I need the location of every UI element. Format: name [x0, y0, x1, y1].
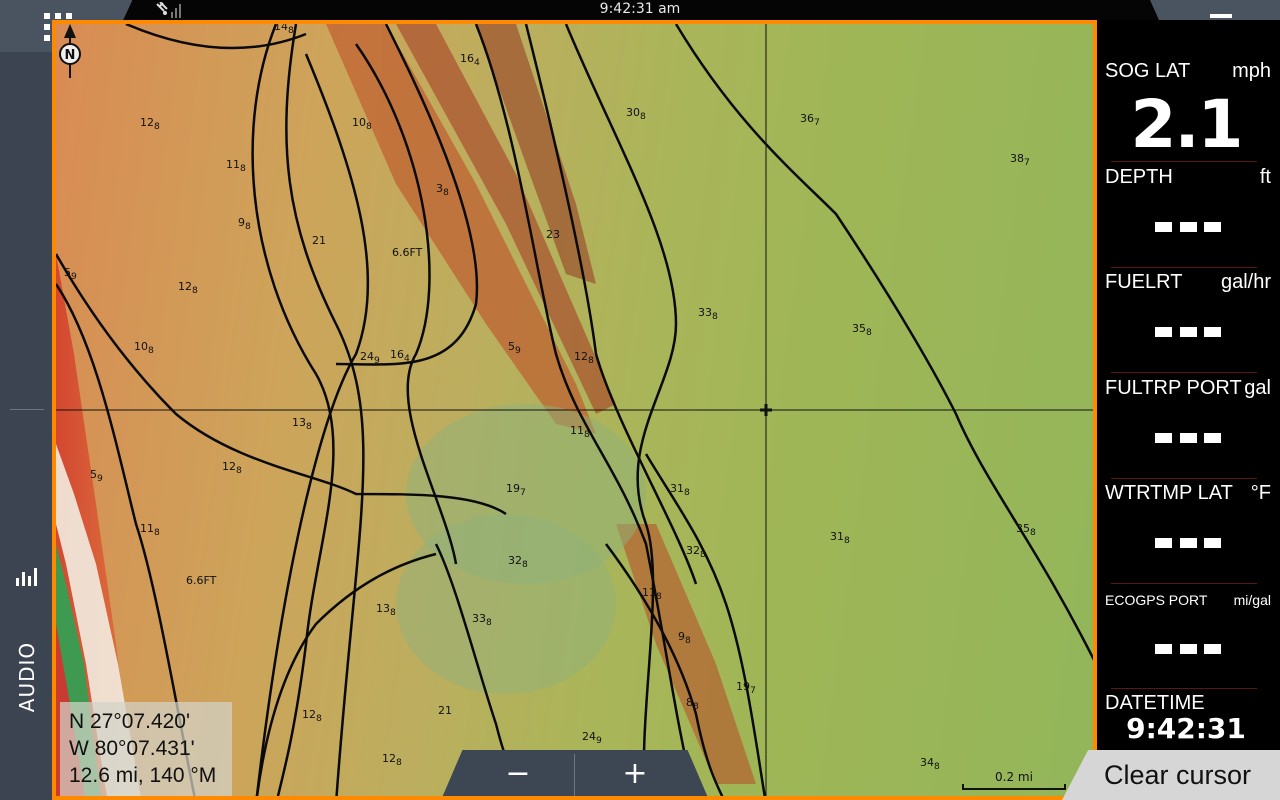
depth-sounding: 308 — [626, 106, 646, 123]
depth-sounding: 164 — [390, 348, 410, 365]
data-cell-unit: ft — [1259, 166, 1271, 188]
depth-sounding: 164 — [460, 52, 480, 69]
depth-sounding: 318 — [830, 530, 850, 547]
depth-sounding: 21 — [312, 234, 326, 247]
data-cell-divider — [1111, 372, 1257, 373]
depth-sounding: 98 — [238, 216, 251, 233]
depth-sounding: 23 — [546, 228, 560, 241]
depth-sounding: 367 — [800, 112, 820, 129]
cursor-latitude: N 27°07.420' — [69, 710, 190, 733]
depth-sounding: 338 — [698, 306, 718, 323]
depth-sounding: 59 — [90, 468, 103, 485]
data-cell-water-temp[interactable]: WTRTMP LAT °F — [1105, 482, 1271, 588]
zoom-in-button[interactable]: + — [576, 750, 694, 796]
depth-sounding: 38 — [436, 182, 449, 199]
data-cell-divider — [1111, 267, 1257, 268]
status-bar: 9:42:31 am — [0, 0, 1280, 20]
depth-sounding: 6.6FT — [186, 574, 217, 587]
data-cell-label: ECOGPS PORT — [1105, 592, 1208, 608]
data-cell-unit: gal — [1244, 377, 1271, 399]
depth-sounding: 358 — [852, 322, 872, 339]
data-cell-label: FUELRT — [1105, 271, 1183, 293]
data-cell-label: FULTRP PORT — [1105, 377, 1242, 399]
data-cell-value: 2.1 — [1130, 86, 1244, 163]
depth-sounding: 118 — [226, 158, 246, 175]
data-cell-value — [1155, 222, 1221, 232]
scale-bar: 0.2 mi — [962, 768, 1066, 794]
status-time: 9:42:31 am — [599, 1, 681, 17]
depth-sounding: 108 — [352, 116, 372, 133]
zoom-out-button[interactable]: − — [459, 750, 577, 796]
depth-sounding: 328 — [686, 544, 706, 561]
data-cell-value — [1155, 538, 1221, 548]
depth-sounding: 118 — [570, 424, 590, 441]
depth-sounding: 21 — [438, 704, 452, 717]
data-cell-value — [1155, 327, 1221, 337]
data-cell-label: SOG LAT — [1105, 60, 1191, 82]
audio-label: AUDIO — [15, 641, 39, 713]
audio-button[interactable]: AUDIO — [6, 557, 46, 717]
chart-terrain — [56, 24, 1093, 796]
data-cell-sog[interactable]: SOG LAT mph 2.1 — [1105, 60, 1271, 166]
data-cell-unit: mi/gal — [1233, 592, 1271, 608]
depth-sounding: 108 — [134, 340, 154, 357]
clear-cursor-button[interactable]: Clear cursor — [1062, 750, 1280, 800]
depth-sounding: 387 — [1010, 152, 1030, 169]
data-panel: SOG LAT mph 2.1 DEPTH ft FUELRT gal/hr F… — [1097, 20, 1280, 800]
depth-sounding: 118 — [140, 522, 160, 539]
depth-sounding: 358 — [1016, 522, 1036, 539]
depth-sounding: 338 — [472, 612, 492, 629]
depth-sounding: 98 — [678, 630, 691, 647]
cursor-longitude: W 80°07.431' — [69, 737, 195, 760]
data-cell-value — [1155, 644, 1221, 654]
north-label: N — [65, 48, 76, 63]
data-cell-unit: gal/hr — [1220, 271, 1271, 293]
data-cell-unit: mph — [1232, 60, 1271, 82]
depth-sounding: 88 — [686, 696, 699, 713]
data-cell-label: DEPTH — [1105, 166, 1173, 188]
depth-sounding: 197 — [736, 680, 756, 697]
sidebar-divider — [10, 409, 44, 410]
data-cell-label: WTRTMP LAT — [1105, 482, 1233, 504]
depth-sounding: 128 — [222, 460, 242, 477]
chart-map[interactable]: 148 164 128 108 118 98 21 6.6FT 38 23 59… — [52, 20, 1097, 800]
cursor-range-bearing: 12.6 mi, 140 °M — [69, 764, 217, 787]
data-cell-fuel-rate[interactable]: FUELRT gal/hr — [1105, 271, 1271, 377]
depth-sounding: 318 — [670, 482, 690, 499]
data-cell-fuel-trip[interactable]: FULTRP PORT gal — [1105, 377, 1271, 483]
depth-sounding: 328 — [508, 554, 528, 571]
data-cell-divider — [1111, 161, 1257, 162]
depth-sounding: 348 — [920, 756, 940, 773]
data-cell-value — [1155, 433, 1221, 443]
depth-sounding: 118 — [642, 586, 662, 603]
scale-label: 0.2 mi — [995, 770, 1033, 784]
depth-sounding: 59 — [64, 266, 77, 283]
equalizer-bars-icon — [16, 566, 38, 586]
depth-sounding: 197 — [506, 482, 526, 499]
data-cell-unit: °F — [1250, 482, 1271, 504]
zoom-divider — [574, 754, 575, 796]
north-arrow-icon[interactable]: N — [56, 24, 84, 78]
depth-sounding: 249 — [582, 730, 602, 747]
depth-sounding: 138 — [376, 602, 396, 619]
data-cell-divider — [1111, 478, 1257, 479]
cursor-position-box: N 27°07.420' W 80°07.431' 12.6 mi, 140 °… — [60, 702, 232, 796]
depth-sounding: 128 — [178, 280, 198, 297]
data-cell-economy[interactable]: ECOGPS PORT mi/gal — [1105, 588, 1271, 694]
data-cell-divider — [1111, 688, 1257, 689]
scale-bar-line — [962, 784, 1066, 790]
depth-sounding: 249 — [360, 350, 380, 367]
depth-sounding: 128 — [302, 708, 322, 725]
depth-sounding: 128 — [574, 350, 594, 367]
data-cell-depth[interactable]: DEPTH ft — [1105, 166, 1271, 272]
depth-sounding: 128 — [140, 116, 160, 133]
depth-sounding: 128 — [382, 752, 402, 769]
depth-sounding: 6.6FT — [392, 246, 423, 259]
depth-sounding: 59 — [508, 340, 521, 357]
depth-sounding: 148 — [274, 20, 294, 37]
depth-sounding: 138 — [292, 416, 312, 433]
zoom-controls: − + — [441, 750, 709, 796]
left-sidebar: AUDIO — [0, 52, 52, 800]
data-cell-divider — [1111, 583, 1257, 584]
